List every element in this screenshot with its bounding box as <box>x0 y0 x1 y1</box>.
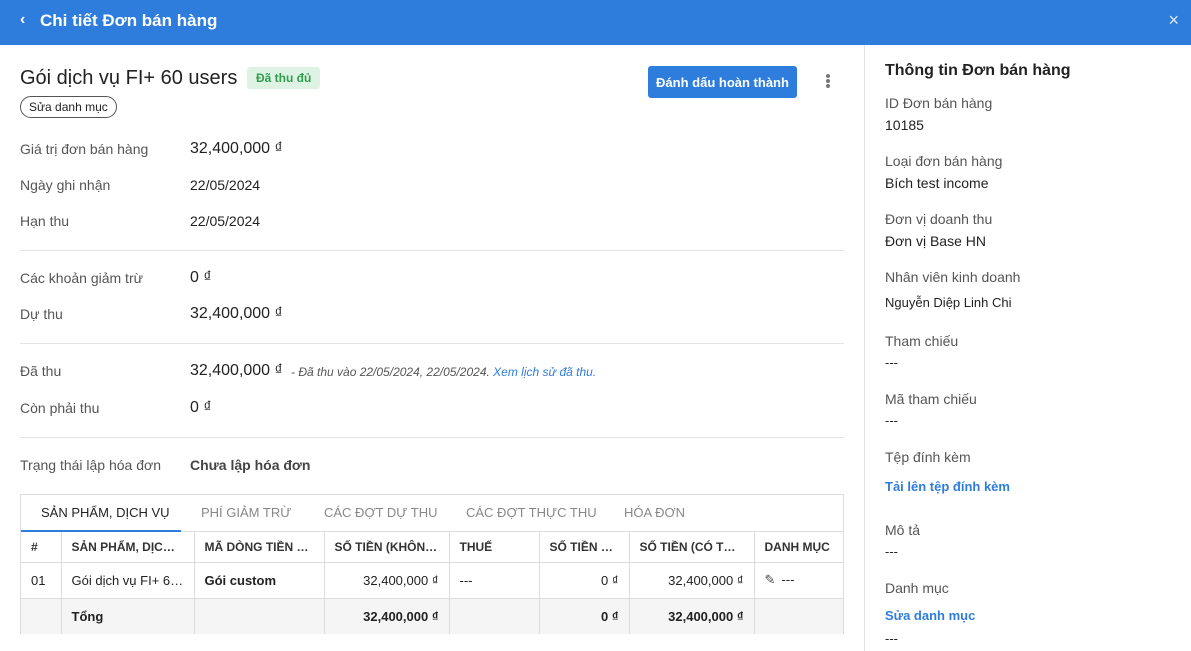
back-icon[interactable]: ‹ <box>20 11 25 29</box>
mark-done-button[interactable]: Đánh dấu hoàn thành <box>648 66 797 98</box>
collected-note: - Đã thu vào 22/05/2024, 22/05/2024. Xem… <box>291 365 596 379</box>
revenue-unit-label: Đơn vị doanh thu <box>885 211 993 227</box>
category-value: --- <box>885 631 898 646</box>
tab-actual-installments[interactable]: CÁC ĐỢT THỰC THU <box>466 505 597 520</box>
due-date: 22/05/2024 <box>190 213 261 229</box>
order-value: 32,400,000 ₫ <box>190 140 283 157</box>
collected-note-text: - Đã thu vào 22/05/2024, 22/05/2024. <box>291 365 490 379</box>
total-tax-amount: 0 ₫ <box>539 598 630 634</box>
column-header: SỐ TIỀN (CÓ THUẾ) <box>629 532 755 563</box>
row-category: --- <box>781 572 795 587</box>
revenue-unit-value: Đơn vị Base HN <box>885 233 986 249</box>
tab-deduction-fees[interactable]: PHÍ GIẢM TRỪ <box>201 505 291 520</box>
expected-label: Dự thu <box>20 306 63 322</box>
row-amount-with-tax: 32,400,000 ₫ <box>629 562 755 599</box>
column-header: MÃ DÒNG TIỀN VÀO <box>194 532 325 563</box>
invoice-status-label: Trạng thái lập hóa đơn <box>20 457 161 473</box>
status-badge: Đã thu đủ <box>247 67 321 89</box>
row-amount-no-tax: 32,400,000 ₫ <box>324 562 450 599</box>
page-title: Chi tiết Đơn bán hàng <box>40 11 218 30</box>
category-label: Danh mục <box>885 580 949 596</box>
tab-bar: SẢN PHẨM, DỊCH VỤ PHÍ GIẢM TRỪ CÁC ĐỢT D… <box>21 495 843 532</box>
recorded-date-label: Ngày ghi nhận <box>20 177 111 193</box>
total-amount-no-tax: 32,400,000 ₫ <box>324 598 450 634</box>
expected-value: 32,400,000 ₫ <box>190 305 283 322</box>
divider <box>20 343 844 344</box>
column-header: SẢN PHẨM, DỊCH VỤ <box>61 532 195 563</box>
column-header: # <box>21 532 62 563</box>
invoice-status-value: Chưa lập hóa đơn <box>190 457 311 473</box>
order-id-label: ID Đơn bán hàng <box>885 95 993 111</box>
collected-label: Đã thu <box>20 363 62 379</box>
product-title: Gói dịch vụ FI+ 60 users <box>20 67 238 89</box>
order-tabs-panel: SẢN PHẨM, DỊCH VỤ PHÍ GIẢM TRỪ CÁC ĐỢT D… <box>20 494 844 634</box>
tab-products[interactable]: SẢN PHẨM, DỊCH VỤ <box>41 505 170 520</box>
divider <box>20 437 844 438</box>
sales-staff-value: Nguyễn Diệp Linh Chi <box>885 295 1012 310</box>
row-cash-code: Gói custom <box>194 562 325 599</box>
reference-value: --- <box>885 355 898 370</box>
side-panel-title: Thông tin Đơn bán hàng <box>885 62 1071 79</box>
divider <box>20 250 844 251</box>
column-header: THUẾ <box>449 532 540 563</box>
table-row: 01 Gói dịch vụ FI+ 60 users Gói custom 3… <box>21 562 843 599</box>
collected-history-link[interactable]: Xem lịch sử đã thu. <box>493 365 596 379</box>
total-label: Tổng <box>61 598 195 634</box>
column-header: SỐ TIỀN (KHÔNG THUẾ) <box>324 532 450 563</box>
row-tax: --- <box>449 562 540 599</box>
row-product: Gói dịch vụ FI+ 60 users <box>61 562 195 599</box>
recorded-date: 22/05/2024 <box>190 177 261 193</box>
remaining-label: Còn phải thu <box>20 400 100 416</box>
order-value-label: Giá trị đơn bán hàng <box>20 141 149 157</box>
attachment-label: Tệp đính kèm <box>885 449 971 465</box>
reference-code-label: Mã tham chiếu <box>885 391 977 407</box>
sales-staff-label: Nhân viên kinh doanh <box>885 269 1021 285</box>
row-index: 01 <box>21 562 62 599</box>
tab-invoices[interactable]: HÓA ĐƠN <box>624 505 685 520</box>
remaining-value: 0 ₫ <box>190 399 212 416</box>
order-type-value: Bích test income <box>885 175 989 191</box>
tab-expected-installments[interactable]: CÁC ĐỢT DỰ THU <box>324 505 438 520</box>
more-options-icon[interactable] <box>822 70 834 92</box>
close-icon[interactable]: × <box>1168 10 1179 31</box>
collected-value: 32,400,000 ₫ <box>190 362 283 379</box>
description-value: --- <box>885 544 898 559</box>
due-date-label: Hạn thu <box>20 213 70 229</box>
row-category-cell: ✎ --- <box>754 562 843 599</box>
upload-attachment-link[interactable]: Tải lên tệp đính kèm <box>885 479 1010 494</box>
order-id-value: 10185 <box>885 117 924 133</box>
table-total-row: Tổng 32,400,000 ₫ 0 ₫ 32,400,000 ₫ <box>21 598 843 634</box>
order-info-panel: Thông tin Đơn bán hàng ID Đơn bán hàng 1… <box>865 45 1191 651</box>
order-type-label: Loại đơn bán hàng <box>885 153 1003 169</box>
column-header: SỐ TIỀN THUẾ <box>539 532 630 563</box>
total-amount-with-tax: 32,400,000 ₫ <box>629 598 755 634</box>
row-tax-amount: 0 ₫ <box>539 562 630 599</box>
header-bar: ‹ Chi tiết Đơn bán hàng × <box>0 0 1191 45</box>
order-detail-main: Gói dịch vụ FI+ 60 users Đã thu đủ Sửa d… <box>0 45 864 651</box>
reference-code-value: --- <box>885 413 898 428</box>
table-header-row: # SẢN PHẨM, DỊCH VỤ MÃ DÒNG TIỀN VÀO SỐ … <box>21 532 843 563</box>
pencil-icon[interactable]: ✎ <box>765 572 776 588</box>
column-header: DANH MỤC <box>754 532 843 563</box>
deductions-label: Các khoản giảm trừ <box>20 270 143 286</box>
products-table: # SẢN PHẨM, DỊCH VỤ MÃ DÒNG TIỀN VÀO SỐ … <box>21 532 843 634</box>
reference-label: Tham chiếu <box>885 333 959 349</box>
edit-category-link[interactable]: Sửa danh mục <box>885 608 975 623</box>
deductions-value: 0 ₫ <box>190 269 212 286</box>
edit-category-chip[interactable]: Sửa danh mục <box>20 96 117 118</box>
description-label: Mô tả <box>885 522 921 538</box>
